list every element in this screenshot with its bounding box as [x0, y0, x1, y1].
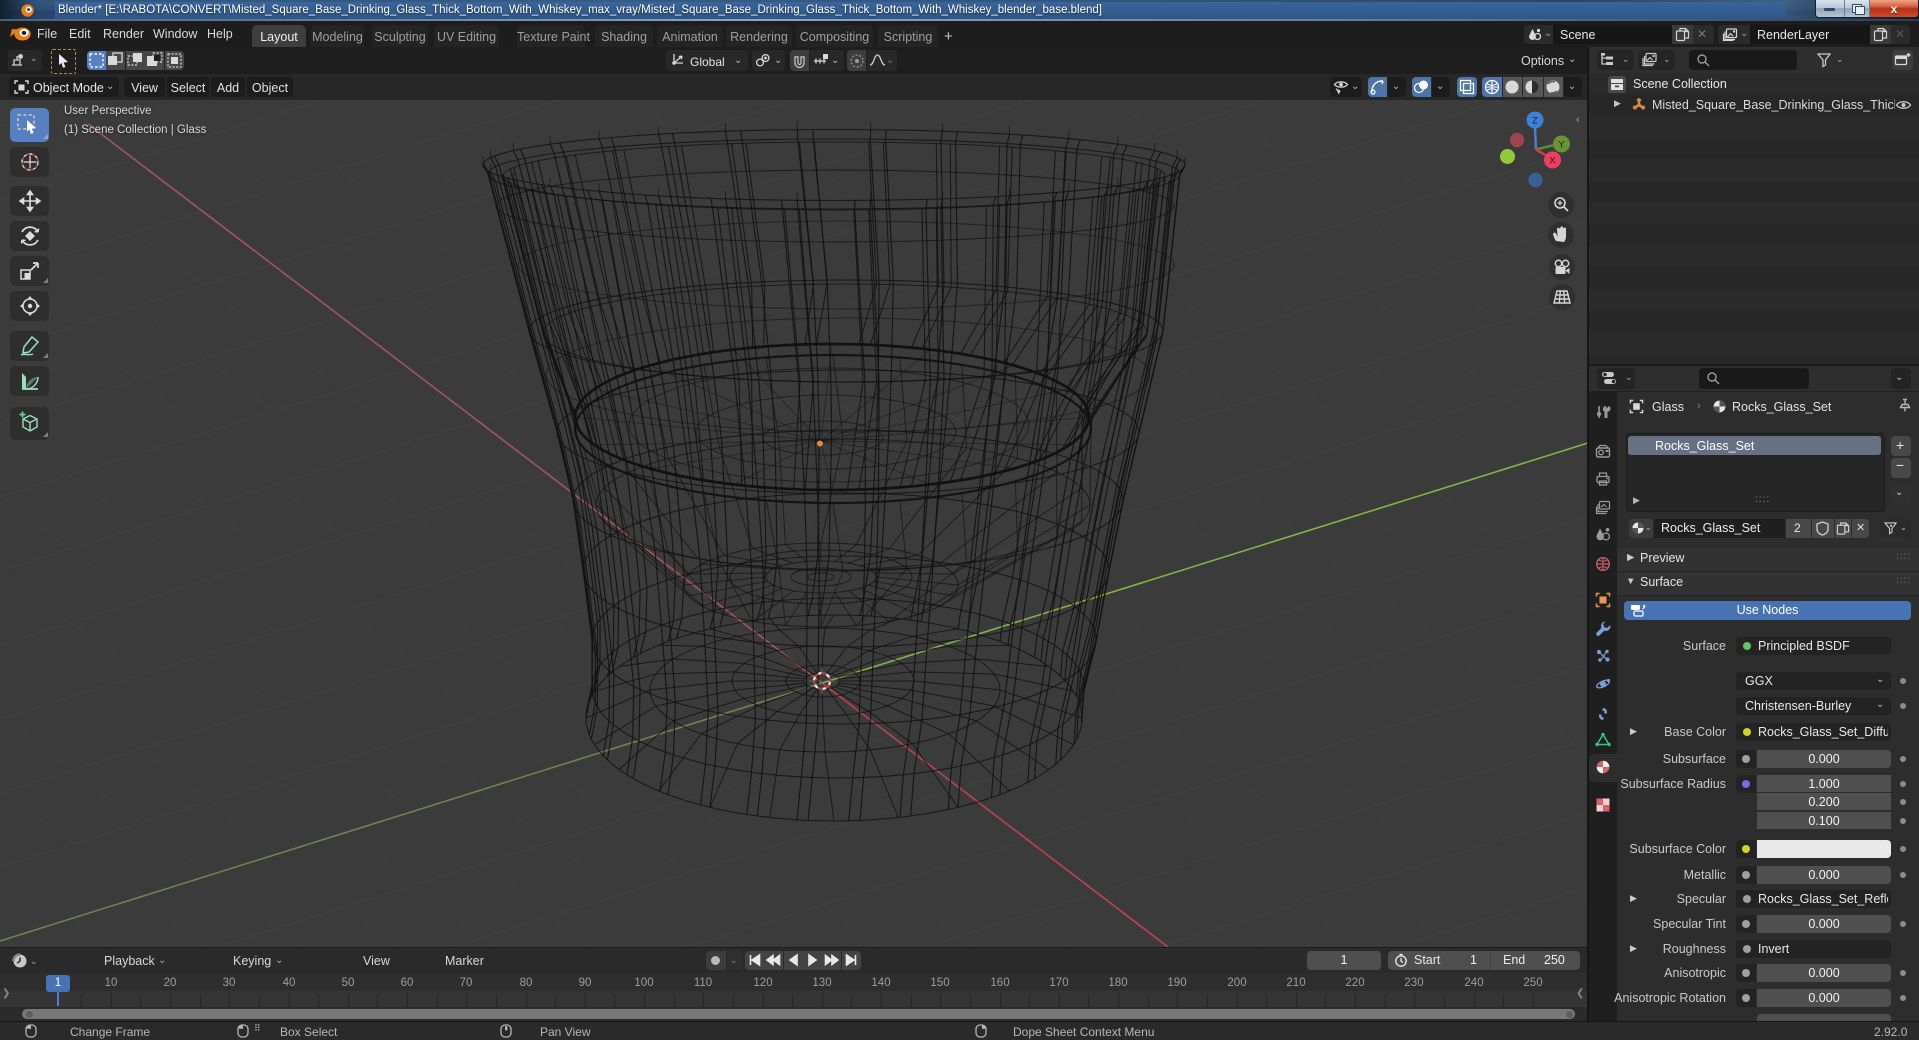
svg-text:Z: Z [1532, 116, 1538, 127]
svg-text:Y: Y [1558, 140, 1565, 151]
svg-text:X: X [1549, 156, 1556, 167]
